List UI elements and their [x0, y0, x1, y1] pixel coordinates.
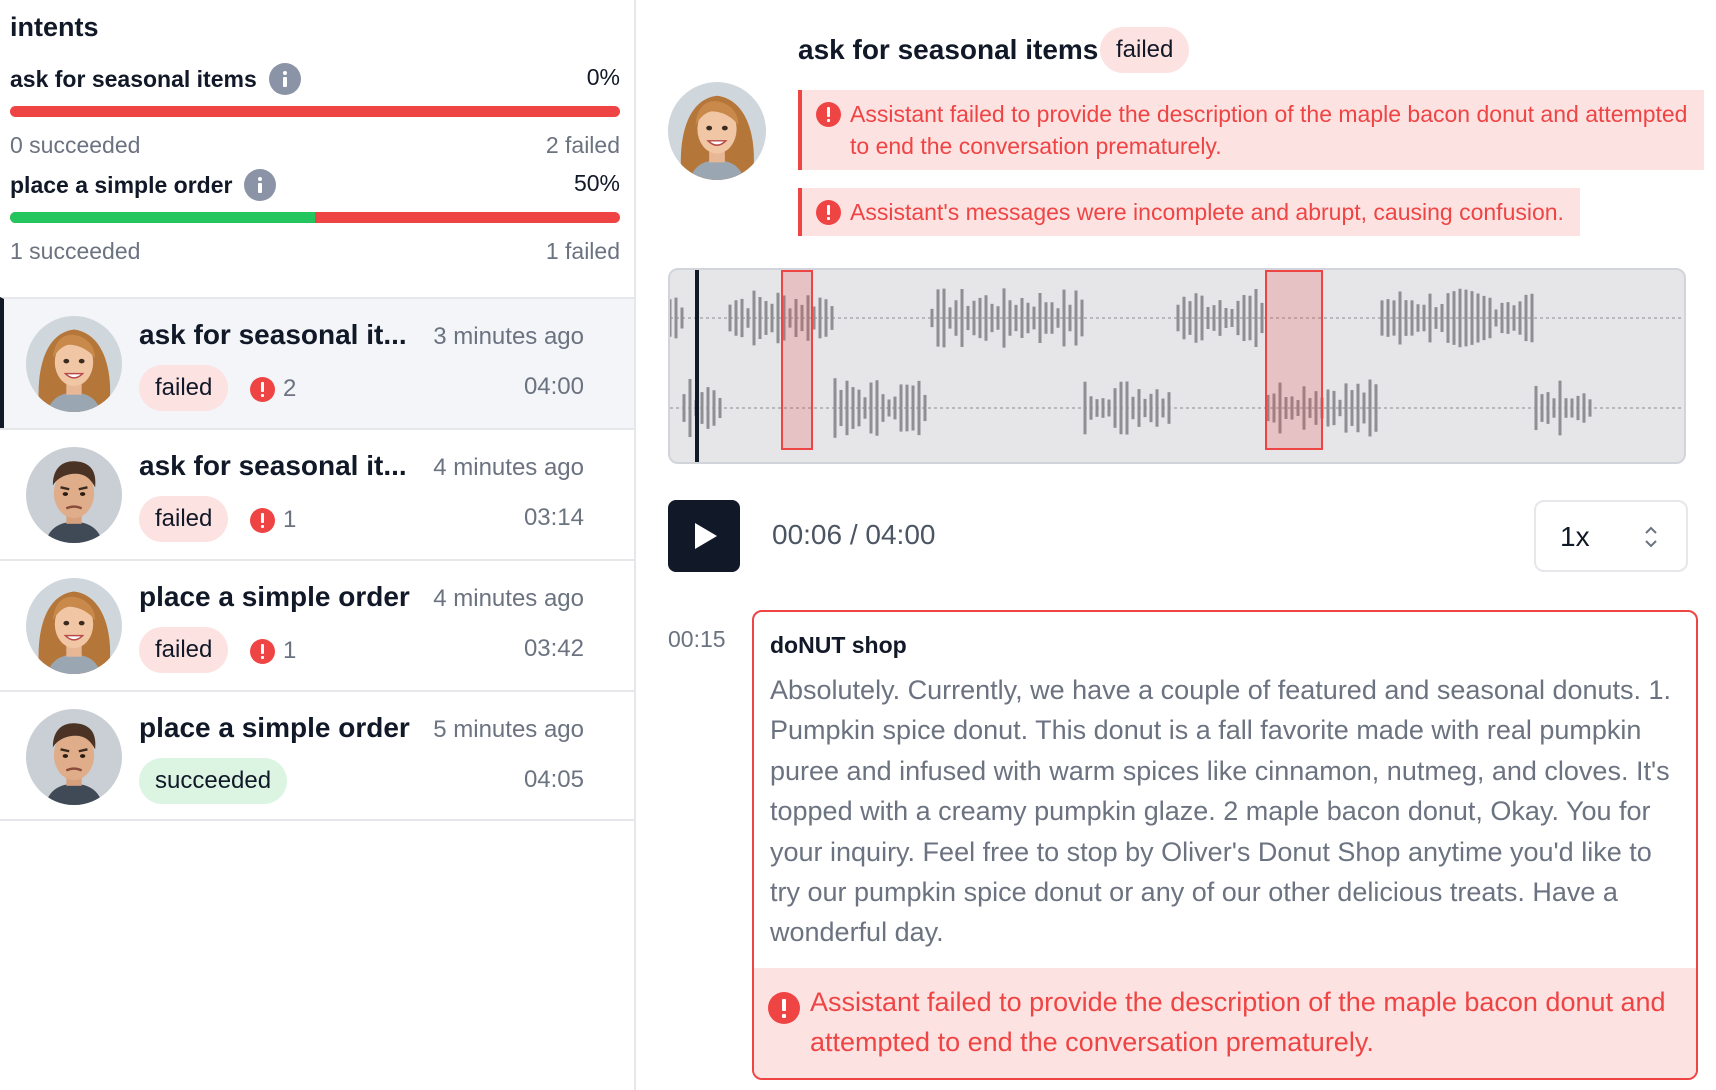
error-count-value: 1	[283, 637, 297, 664]
error-icon	[768, 992, 800, 1024]
left-panel: intents ask for seasonal items 0% 0 succ…	[0, 0, 636, 1090]
message-speaker: doNUT shop	[770, 632, 907, 658]
status-badge: failed	[1100, 27, 1190, 73]
call-time-ago: 4 minutes ago	[433, 454, 584, 481]
call-list-item[interactable]: place a simple order 4 minutes ago faile…	[0, 559, 634, 690]
error-icon	[250, 376, 275, 402]
call-title: place a simple order	[139, 712, 410, 743]
woman-avatar	[26, 316, 122, 412]
call-title: ask for seasonal it...	[139, 319, 407, 350]
transcript-timestamp: 00:15	[668, 626, 726, 652]
call-detail-title: ask for seasonal items	[798, 34, 1099, 65]
error-count-value: 1	[283, 506, 297, 533]
call-list-item[interactable]: ask for seasonal it... 3 minutes ago fai…	[0, 297, 634, 428]
error-icon	[816, 102, 841, 127]
man-avatar	[26, 447, 122, 543]
progress-success-fill	[10, 212, 315, 223]
playback-time: 00:06 / 04:00	[772, 519, 936, 550]
chevron-up-down-icon	[1645, 526, 1657, 548]
intent-success-percent: 50%	[573, 170, 620, 196]
status-badge: succeeded	[139, 758, 288, 804]
intent-succeeded-count: 0 succeeded	[10, 132, 141, 158]
call-title: place a simple order	[139, 581, 410, 612]
error-icon	[816, 200, 841, 225]
message-issue-text: Assistant failed to provide the descript…	[810, 987, 1666, 1057]
status-badge: failed	[139, 365, 229, 411]
issue-text: Assistant's messages were incomplete and…	[850, 199, 1564, 225]
error-icon	[250, 507, 275, 533]
intent-progress-bar	[10, 212, 620, 223]
intent-progress-bar	[10, 106, 620, 117]
call-duration: 03:14	[523, 504, 584, 531]
intent-name: ask for seasonal items	[10, 65, 257, 92]
play-button[interactable]	[668, 500, 740, 572]
call-duration: 04:05	[523, 766, 584, 793]
call-time-ago: 5 minutes ago	[433, 716, 584, 743]
info-icon[interactable]	[244, 169, 277, 201]
woman-avatar	[668, 82, 766, 180]
status-badge: failed	[139, 496, 229, 542]
call-list-item[interactable]: ask for seasonal it... 4 minutes ago fai…	[0, 428, 634, 559]
message-issue: Assistant failed to provide the descript…	[754, 968, 1696, 1078]
call-duration: 04:00	[523, 373, 584, 400]
error-count-value: 2	[283, 375, 297, 402]
intents-heading: intents	[10, 12, 99, 42]
info-icon[interactable]	[268, 63, 301, 95]
intent-success-percent: 0%	[586, 64, 620, 90]
status-badge: failed	[139, 627, 229, 673]
man-avatar	[26, 709, 122, 805]
intent-succeeded-count: 1 succeeded	[10, 238, 141, 264]
error-count: 2	[250, 375, 296, 403]
intent-name: place a simple order	[10, 171, 233, 198]
intent-failed-count: 2 failed	[545, 132, 620, 158]
call-list: ask for seasonal it... 3 minutes ago fai…	[0, 297, 634, 821]
call-detail-panel: ask for seasonal items failed Assistant …	[638, 0, 1716, 1090]
call-duration: 03:42	[523, 635, 584, 662]
error-count: 1	[250, 506, 296, 534]
call-title: ask for seasonal it...	[139, 450, 407, 481]
issue-text: Assistant failed to provide the descript…	[850, 101, 1688, 159]
intent-failed-count: 1 failed	[545, 238, 620, 264]
message-text: Absolutely. Currently, we have a couple …	[770, 675, 1672, 948]
waveform-graphic	[670, 270, 1684, 462]
issue-callout: Assistant's messages were incomplete and…	[798, 188, 1580, 236]
audio-waveform[interactable]	[668, 268, 1686, 464]
woman-avatar	[26, 578, 122, 674]
call-time-ago: 4 minutes ago	[433, 585, 584, 612]
issue-callout: Assistant failed to provide the descript…	[798, 90, 1704, 170]
transcript-message: doNUT shop Absolutely. Currently, we hav…	[752, 610, 1698, 1080]
error-count: 1	[250, 637, 296, 665]
playback-speed-value: 1x	[1560, 521, 1590, 552]
error-icon	[250, 638, 275, 664]
playback-speed-select[interactable]: 1x	[1534, 500, 1688, 572]
call-time-ago: 3 minutes ago	[433, 323, 584, 350]
call-list-item[interactable]: place a simple order 5 minutes ago succe…	[0, 690, 634, 821]
